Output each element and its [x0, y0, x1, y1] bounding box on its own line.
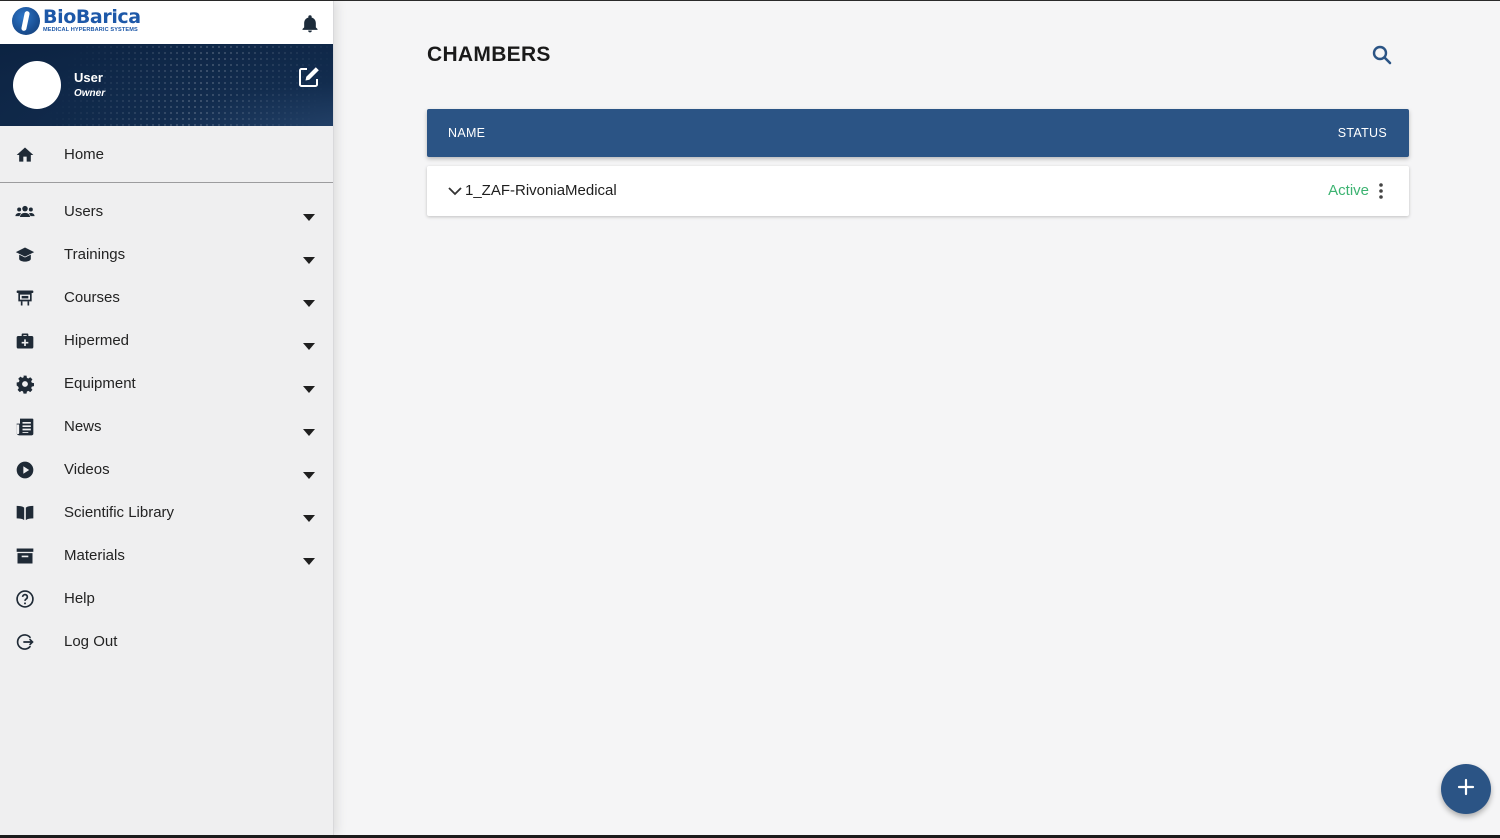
sidebar-item-home[interactable]: Home: [0, 126, 333, 183]
play-icon: [15, 460, 35, 480]
sidebar-item-materials[interactable]: Materials: [0, 534, 333, 577]
chevron-down-icon[interactable]: [303, 552, 315, 565]
page-title: CHAMBERS: [427, 43, 551, 66]
sidebar-item-label: Help: [64, 590, 95, 607]
sidebar-item-trainings[interactable]: Trainings: [0, 233, 333, 276]
sidebar-item-label: Scientific Library: [64, 504, 175, 521]
sidebar-item-videos[interactable]: Videos: [0, 448, 333, 491]
column-header-name[interactable]: NAME: [448, 126, 485, 140]
status-badge: Active: [1328, 182, 1369, 199]
sidebar-item-label: Materials: [64, 547, 125, 564]
profile-card: User Owner: [0, 44, 333, 126]
help-icon: [15, 589, 35, 609]
chevron-down-icon[interactable]: [303, 380, 315, 393]
graduation-cap-icon: [15, 245, 35, 265]
sidebar-item-label: Courses: [64, 289, 120, 306]
sidebar-item-label: News: [64, 418, 102, 435]
sidebar-item-label: Log Out: [64, 633, 118, 650]
sidebar: BioBarica MEDICAL HYPERBARIC SYSTEMS Use…: [0, 1, 334, 835]
chalkboard-icon: [15, 288, 35, 308]
chevron-down-icon[interactable]: [303, 337, 315, 350]
book-icon: [15, 503, 35, 523]
edit-profile-icon[interactable]: [297, 65, 321, 89]
chevron-down-icon[interactable]: [303, 208, 315, 221]
user-name: User: [74, 70, 103, 85]
sidebar-item-users[interactable]: Users: [0, 190, 333, 233]
gear-icon: [15, 374, 35, 394]
brand-logo[interactable]: BioBarica MEDICAL HYPERBARIC SYSTEMS: [12, 7, 141, 35]
sidebar-item-label: Equipment: [64, 375, 136, 392]
chevron-down-icon[interactable]: [303, 509, 315, 522]
sidebar-item-equipment[interactable]: Equipment: [0, 362, 333, 405]
chevron-down-icon[interactable]: [303, 466, 315, 479]
sidebar-item-news[interactable]: News: [0, 405, 333, 448]
table-row[interactable]: 1_ZAF-RivoniaMedical Active: [427, 166, 1409, 216]
sidebar-item-label: Users: [64, 203, 104, 220]
notifications-bell-icon[interactable]: [300, 14, 320, 34]
sidebar-item-courses[interactable]: Courses: [0, 276, 333, 319]
search-icon[interactable]: [1370, 43, 1394, 67]
chevron-down-icon[interactable]: [303, 251, 315, 264]
sidebar-item-hipermed[interactable]: Hipermed: [0, 319, 333, 362]
newspaper-icon: [15, 417, 35, 437]
user-role: Owner: [74, 88, 106, 99]
column-header-status[interactable]: STATUS: [1338, 126, 1387, 140]
archive-box-icon: [15, 546, 35, 566]
brand-tagline: MEDICAL HYPERBARIC SYSTEMS: [43, 27, 138, 34]
brand-name: BioBarica: [43, 6, 141, 29]
sidebar-item-scientific-library[interactable]: Scientific Library: [0, 491, 333, 534]
chamber-name: 1_ZAF-RivoniaMedical: [465, 182, 617, 199]
chevron-down-icon[interactable]: [303, 294, 315, 307]
sidebar-item-label: Videos: [64, 461, 110, 478]
add-chamber-button[interactable]: [1441, 764, 1491, 814]
sidebar-item-logout[interactable]: Log Out: [0, 620, 333, 663]
home-icon: [15, 145, 35, 165]
table-header: NAME STATUS: [427, 109, 1409, 157]
users-icon: [15, 202, 35, 222]
medical-kit-icon: [15, 331, 35, 351]
sidebar-item-label: Hipermed: [64, 332, 130, 349]
logout-icon: [15, 632, 35, 652]
chevron-down-icon[interactable]: [303, 423, 315, 436]
sidebar-item-label: Trainings: [64, 246, 126, 263]
sidebar-item-label: Home: [64, 146, 105, 163]
more-vert-icon[interactable]: [1375, 181, 1387, 201]
plus-icon: [1456, 777, 1476, 802]
avatar[interactable]: [13, 61, 61, 109]
brand-bar: BioBarica MEDICAL HYPERBARIC SYSTEMS: [0, 1, 333, 44]
chevron-down-icon[interactable]: [447, 184, 463, 196]
biobarica-logo-icon: [12, 7, 40, 35]
sidebar-item-help[interactable]: Help: [0, 577, 333, 620]
